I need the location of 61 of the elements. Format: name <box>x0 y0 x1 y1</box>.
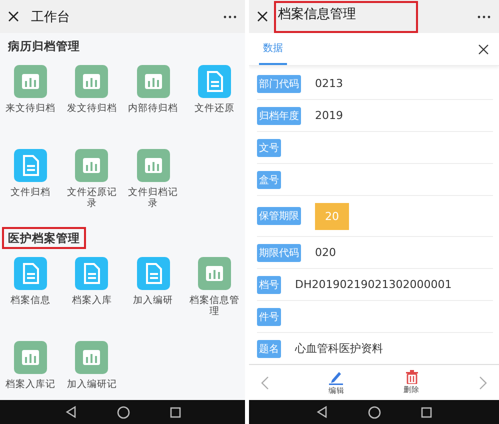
app-label[interactable]: 加入编研 <box>133 295 174 306</box>
document-icon[interactable] <box>14 257 48 290</box>
field-value: 20 <box>315 202 349 230</box>
previous-icon[interactable] <box>261 376 269 390</box>
close-icon[interactable] <box>478 44 489 54</box>
trash-icon <box>406 370 418 384</box>
page-title: 工作台 <box>30 8 71 26</box>
close-icon[interactable] <box>8 11 19 22</box>
more-icon[interactable] <box>223 14 237 18</box>
chart-icon[interactable] <box>14 65 48 98</box>
chart-icon[interactable] <box>136 149 170 182</box>
app-label[interactable]: 档案入库记 <box>6 379 56 390</box>
section-title: 病历归档管理 <box>7 38 81 55</box>
document-icon[interactable] <box>198 65 231 98</box>
document-icon[interactable] <box>75 257 108 290</box>
field-value: 心血管科医护资料 <box>295 341 383 356</box>
field-value: DH20190219021302000001 <box>295 278 452 291</box>
field-label: 归档年度 <box>257 106 301 124</box>
field-value: 0213 <box>315 77 343 90</box>
field-label: 题名 <box>257 340 281 358</box>
field-label: 保管期限 <box>257 207 301 225</box>
close-icon[interactable] <box>257 11 268 22</box>
pencil-icon <box>329 370 344 384</box>
field-value: 2019 <box>315 109 343 122</box>
field-label: 期限代码 <box>257 244 301 262</box>
app-label[interactable]: 发文待归档 <box>66 103 117 114</box>
field-label: 档号 <box>257 276 281 294</box>
field-label: 部门代码 <box>257 74 301 92</box>
next-icon[interactable] <box>478 376 487 390</box>
app-label[interactable]: 文件归档 <box>10 187 51 198</box>
app-label[interactable]: 文件还原记录 <box>66 187 117 209</box>
page-title: 档案信息管理 <box>274 0 418 32</box>
app-label[interactable]: 来文待归档 <box>6 103 56 114</box>
recents-icon[interactable] <box>421 406 432 418</box>
section-title: 医护档案管理 <box>2 227 86 249</box>
home-icon[interactable] <box>368 406 381 418</box>
chart-icon[interactable] <box>136 65 170 98</box>
tab[interactable]: 数据 <box>259 33 287 65</box>
chart-icon[interactable] <box>75 149 108 182</box>
app-label[interactable]: 文件归档记录 <box>128 187 178 209</box>
chart-icon[interactable] <box>75 341 108 374</box>
document-icon[interactable] <box>14 149 48 182</box>
app-label[interactable]: 档案入库 <box>72 295 112 306</box>
back-icon[interactable] <box>316 406 328 418</box>
app-label[interactable]: 档案信息 <box>10 295 51 306</box>
app-label[interactable]: 档案信息管理 <box>189 295 240 317</box>
field-label: 件号 <box>257 308 281 326</box>
field-label: 盒号 <box>257 170 281 188</box>
app-label[interactable]: 文件还原 <box>194 103 234 114</box>
more-icon[interactable] <box>477 14 491 18</box>
recents-icon[interactable] <box>170 406 180 418</box>
chart-icon[interactable] <box>75 65 108 98</box>
back-icon[interactable] <box>64 406 76 418</box>
chart-icon[interactable] <box>198 257 231 290</box>
field-label: 文号 <box>257 138 281 156</box>
app-label[interactable]: 内部待归档 <box>128 103 178 114</box>
home-icon[interactable] <box>116 406 130 418</box>
chart-icon[interactable] <box>14 341 48 374</box>
field-value: 020 <box>315 246 336 259</box>
app-label[interactable]: 加入编研记 <box>66 379 117 390</box>
document-icon[interactable] <box>136 257 170 290</box>
